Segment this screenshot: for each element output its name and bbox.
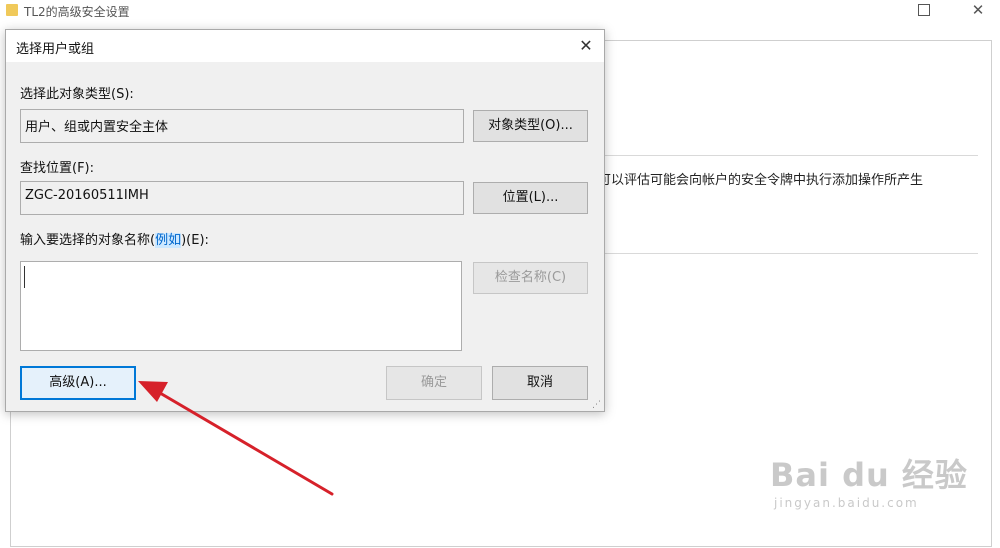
text-caret bbox=[24, 266, 25, 288]
examples-link[interactable]: 例如 bbox=[155, 233, 182, 248]
background-window-title: TL2的高级安全设置 bbox=[24, 5, 130, 19]
background-titlebar: TL2的高级安全设置 ✕ bbox=[0, 0, 1000, 22]
maximize-button[interactable] bbox=[918, 4, 930, 16]
background-description: 可以评估可能会向帐户的安全令牌中执行添加操作所产生 bbox=[598, 173, 924, 188]
advanced-button[interactable]: 高级(A)... bbox=[20, 366, 136, 400]
object-names-input[interactable] bbox=[20, 261, 462, 351]
object-types-label: 选择此对象类型(S): bbox=[20, 87, 134, 102]
watermark: Bai du 经验 jingyan.baidu.com bbox=[770, 450, 968, 510]
check-names-button[interactable]: 检查名称(C) bbox=[473, 262, 588, 294]
object-names-label-text: 输入要选择的对象名称( bbox=[20, 233, 156, 248]
divider bbox=[600, 253, 978, 254]
object-names-label-shortcut: )(E): bbox=[181, 233, 209, 248]
object-types-button[interactable]: 对象类型(O)... bbox=[473, 110, 588, 142]
object-types-field: 用户、组或内置安全主体 bbox=[20, 109, 464, 143]
resize-grip-icon[interactable]: ⋰ bbox=[592, 400, 601, 410]
location-field: ZGC-20160511IMH bbox=[20, 181, 464, 215]
location-label: 查找位置(F): bbox=[20, 161, 95, 176]
dialog-title: 选择用户或组 bbox=[16, 42, 95, 57]
watermark-url: jingyan.baidu.com bbox=[774, 496, 919, 510]
divider bbox=[600, 155, 978, 156]
background-close-button[interactable]: ✕ bbox=[966, 0, 990, 20]
folder-icon bbox=[6, 4, 18, 16]
cancel-button[interactable]: 取消 bbox=[492, 366, 588, 400]
dialog-titlebar: 选择用户或组 ✕ bbox=[6, 30, 604, 62]
select-users-dialog: 选择用户或组 ✕ 选择此对象类型(S): 用户、组或内置安全主体 对象类型(O)… bbox=[5, 29, 605, 412]
object-names-label: 输入要选择的对象名称(例如)(E): bbox=[20, 229, 209, 248]
watermark-logo: Bai du 经验 bbox=[770, 456, 968, 494]
ok-button[interactable]: 确定 bbox=[386, 366, 482, 400]
dialog-close-button[interactable]: ✕ bbox=[574, 34, 598, 58]
location-button[interactable]: 位置(L)... bbox=[473, 182, 588, 214]
